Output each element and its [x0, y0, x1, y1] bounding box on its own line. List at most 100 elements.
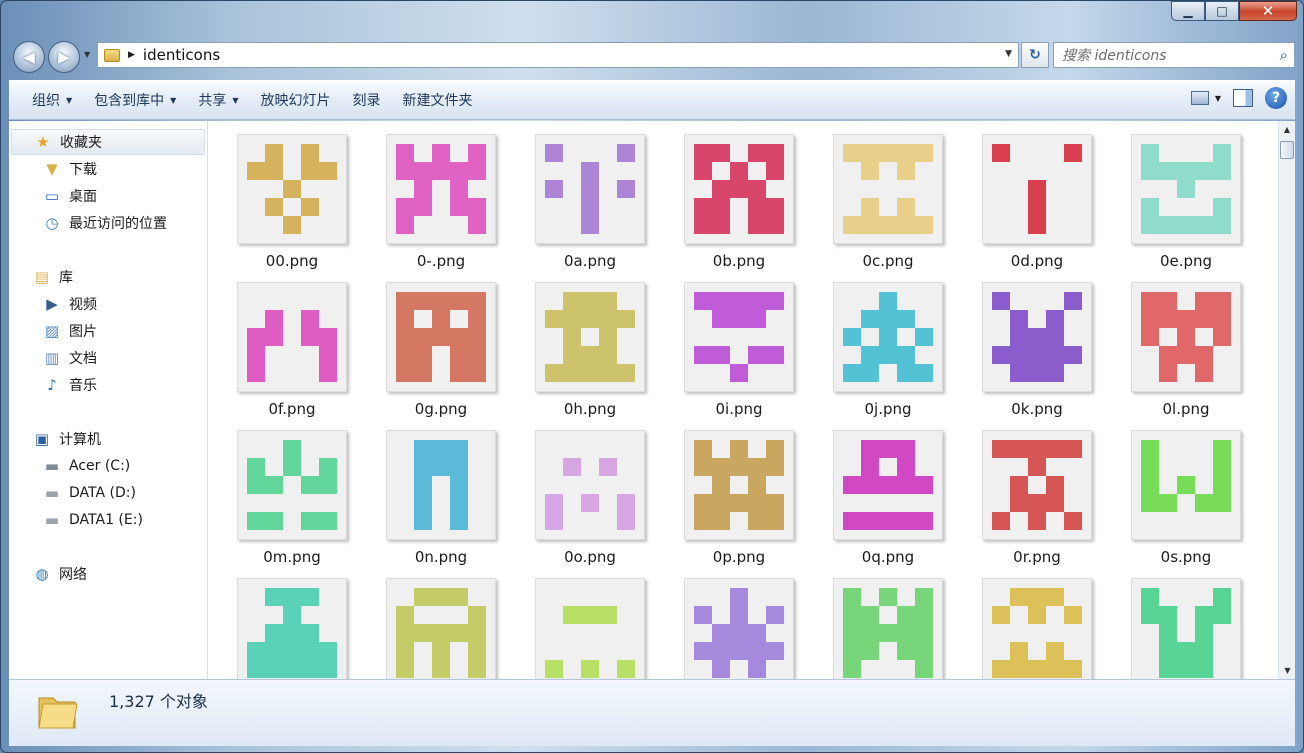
nav-favorites[interactable]: ★ 收藏夹: [11, 129, 205, 155]
identicon-cell: [247, 162, 265, 180]
identicon-cell: [1177, 346, 1195, 364]
nav-drive-item[interactable]: ▬ DATA (D:): [9, 479, 207, 506]
identicon-cell: [748, 642, 766, 660]
command-button-2[interactable]: 共享 ▼: [187, 86, 249, 114]
identicon-cell: [694, 144, 712, 162]
search-placeholder: 搜索 identicons: [1062, 48, 1167, 64]
identicon-image: [396, 292, 486, 382]
identicon-cell: [396, 346, 414, 364]
identicon-cell: [730, 624, 748, 642]
system-drive-icon: ▬: [44, 456, 60, 475]
recent-pages-dropdown[interactable]: ▼: [84, 50, 90, 59]
command-button-label: 共享: [198, 93, 227, 109]
identicon-cell: [432, 642, 450, 660]
identicon-cell: [879, 144, 897, 162]
change-view-icon[interactable]: [1190, 91, 1209, 105]
identicon-cell: [1195, 642, 1213, 660]
address-history-dropdown-icon[interactable]: ▼: [1005, 49, 1012, 59]
identicon-cell: [843, 660, 861, 678]
help-icon[interactable]: ?: [1265, 87, 1287, 109]
command-button-4[interactable]: 刻录: [341, 86, 391, 114]
scroll-up-arrow-icon[interactable]: ▲: [1279, 121, 1295, 138]
identicon-cell: [861, 458, 879, 476]
address-bar[interactable]: ▶ identicons ▼: [97, 42, 1019, 68]
file-name: 0b.png: [712, 252, 766, 270]
search-icon[interactable]: ⌕: [1280, 46, 1288, 64]
identicon-cell: [283, 458, 301, 476]
nav-libraries[interactable]: ▤ 库: [9, 263, 207, 290]
nav-library-item[interactable]: ▥ 文档: [9, 344, 207, 371]
file-grid: 00.png 0-.png 0a.png 0b.png 0c.png 0d.png 0e.p…: [209, 121, 1280, 679]
identicon-cell: [1028, 588, 1046, 606]
nav-favorites-item[interactable]: ▭ 桌面: [9, 182, 207, 209]
preview-pane-icon[interactable]: [1233, 89, 1253, 107]
identicon-cell: [766, 440, 784, 458]
identicon-cell: [748, 512, 766, 530]
identicon-cell: [915, 364, 933, 382]
file-name: 0g.png: [414, 400, 468, 418]
identicon-cell: [712, 216, 730, 234]
nav-drive-item[interactable]: ▬ Acer (C:): [9, 452, 207, 479]
vertical-scrollbar[interactable]: ▲ ▼: [1278, 121, 1295, 679]
identicon-cell: [748, 180, 766, 198]
dropdown-arrow-icon: ▼: [232, 95, 239, 105]
identicon-cell: [247, 328, 265, 346]
identicon-cell: [730, 180, 748, 198]
video-library-icon: ▶: [46, 294, 58, 313]
nav-library-item[interactable]: ▨ 图片: [9, 317, 207, 344]
identicon-cell: [1159, 364, 1177, 382]
nav-computer[interactable]: ▣ 计算机: [9, 425, 207, 452]
command-button-1[interactable]: 包含到库中 ▼: [83, 86, 187, 114]
command-button-3[interactable]: 放映幻灯片: [249, 86, 341, 114]
scroll-down-arrow-icon[interactable]: ▼: [1279, 662, 1296, 679]
identicon-cell: [694, 162, 712, 180]
identicon-cell: [301, 624, 319, 642]
close-button[interactable]: ✕: [1239, 1, 1297, 21]
forward-button[interactable]: ▶: [48, 41, 80, 73]
identicon-cell: [766, 458, 784, 476]
star-icon: ★: [36, 133, 50, 151]
file-name: 00.png: [265, 252, 319, 270]
nav-favorites-item[interactable]: ▼ 下载: [9, 155, 207, 182]
identicon-cell: [766, 346, 784, 364]
command-button-5[interactable]: 新建文件夹: [391, 86, 483, 114]
identicon-cell: [450, 494, 468, 512]
identicon-cell: [283, 642, 301, 660]
breadcrumb-current[interactable]: identicons: [143, 46, 220, 64]
identicon-cell: [247, 512, 265, 530]
identicon-cell: [992, 440, 1010, 458]
identicon-cell: [730, 364, 748, 382]
identicon-cell: [599, 346, 617, 364]
view-options-dropdown-icon[interactable]: ▼: [1215, 94, 1221, 103]
minimize-button[interactable]: ▁: [1171, 1, 1205, 21]
command-button-0[interactable]: 组织 ▼: [21, 86, 83, 114]
identicon-cell: [1213, 494, 1231, 512]
explorer-window: ▁ □ ✕ ◀ ▶ ▼ ▶ identicons ▼ ↻ 搜索 identico…: [0, 0, 1304, 753]
identicon-image: [1141, 292, 1231, 382]
scrollbar-thumb[interactable]: [1280, 141, 1294, 159]
file-name: 0o.png: [564, 548, 616, 566]
maximize-button[interactable]: □: [1205, 1, 1239, 21]
nav-favorites-item[interactable]: ◷ 最近访问的位置: [9, 209, 207, 236]
identicon-cell: [1141, 440, 1159, 458]
image-thumbnail: [982, 134, 1092, 244]
identicon-cell: [992, 292, 1010, 310]
nav-drive-item[interactable]: ▬ DATA1 (E:): [9, 506, 207, 533]
identicon-cell: [468, 624, 486, 642]
image-thumbnail: [684, 134, 794, 244]
identicon-cell: [879, 310, 897, 328]
identicon-cell: [545, 180, 563, 198]
identicon-cell: [694, 440, 712, 458]
nav-network[interactable]: ◍ 网络: [9, 560, 207, 587]
identicon-cell: [432, 162, 450, 180]
breadcrumb-separator-icon[interactable]: ▶: [128, 50, 135, 60]
nav-library-item[interactable]: ▶ 视频: [9, 290, 207, 317]
identicon-cell: [712, 180, 730, 198]
back-button[interactable]: ◀: [13, 41, 45, 73]
nav-library-item[interactable]: ♪ 音乐: [9, 371, 207, 398]
image-thumbnail: [833, 282, 943, 392]
refresh-button[interactable]: ↻: [1021, 42, 1049, 68]
search-box[interactable]: 搜索 identicons ⌕: [1053, 42, 1295, 68]
identicon-cell: [861, 310, 879, 328]
identicon-cell: [861, 476, 879, 494]
